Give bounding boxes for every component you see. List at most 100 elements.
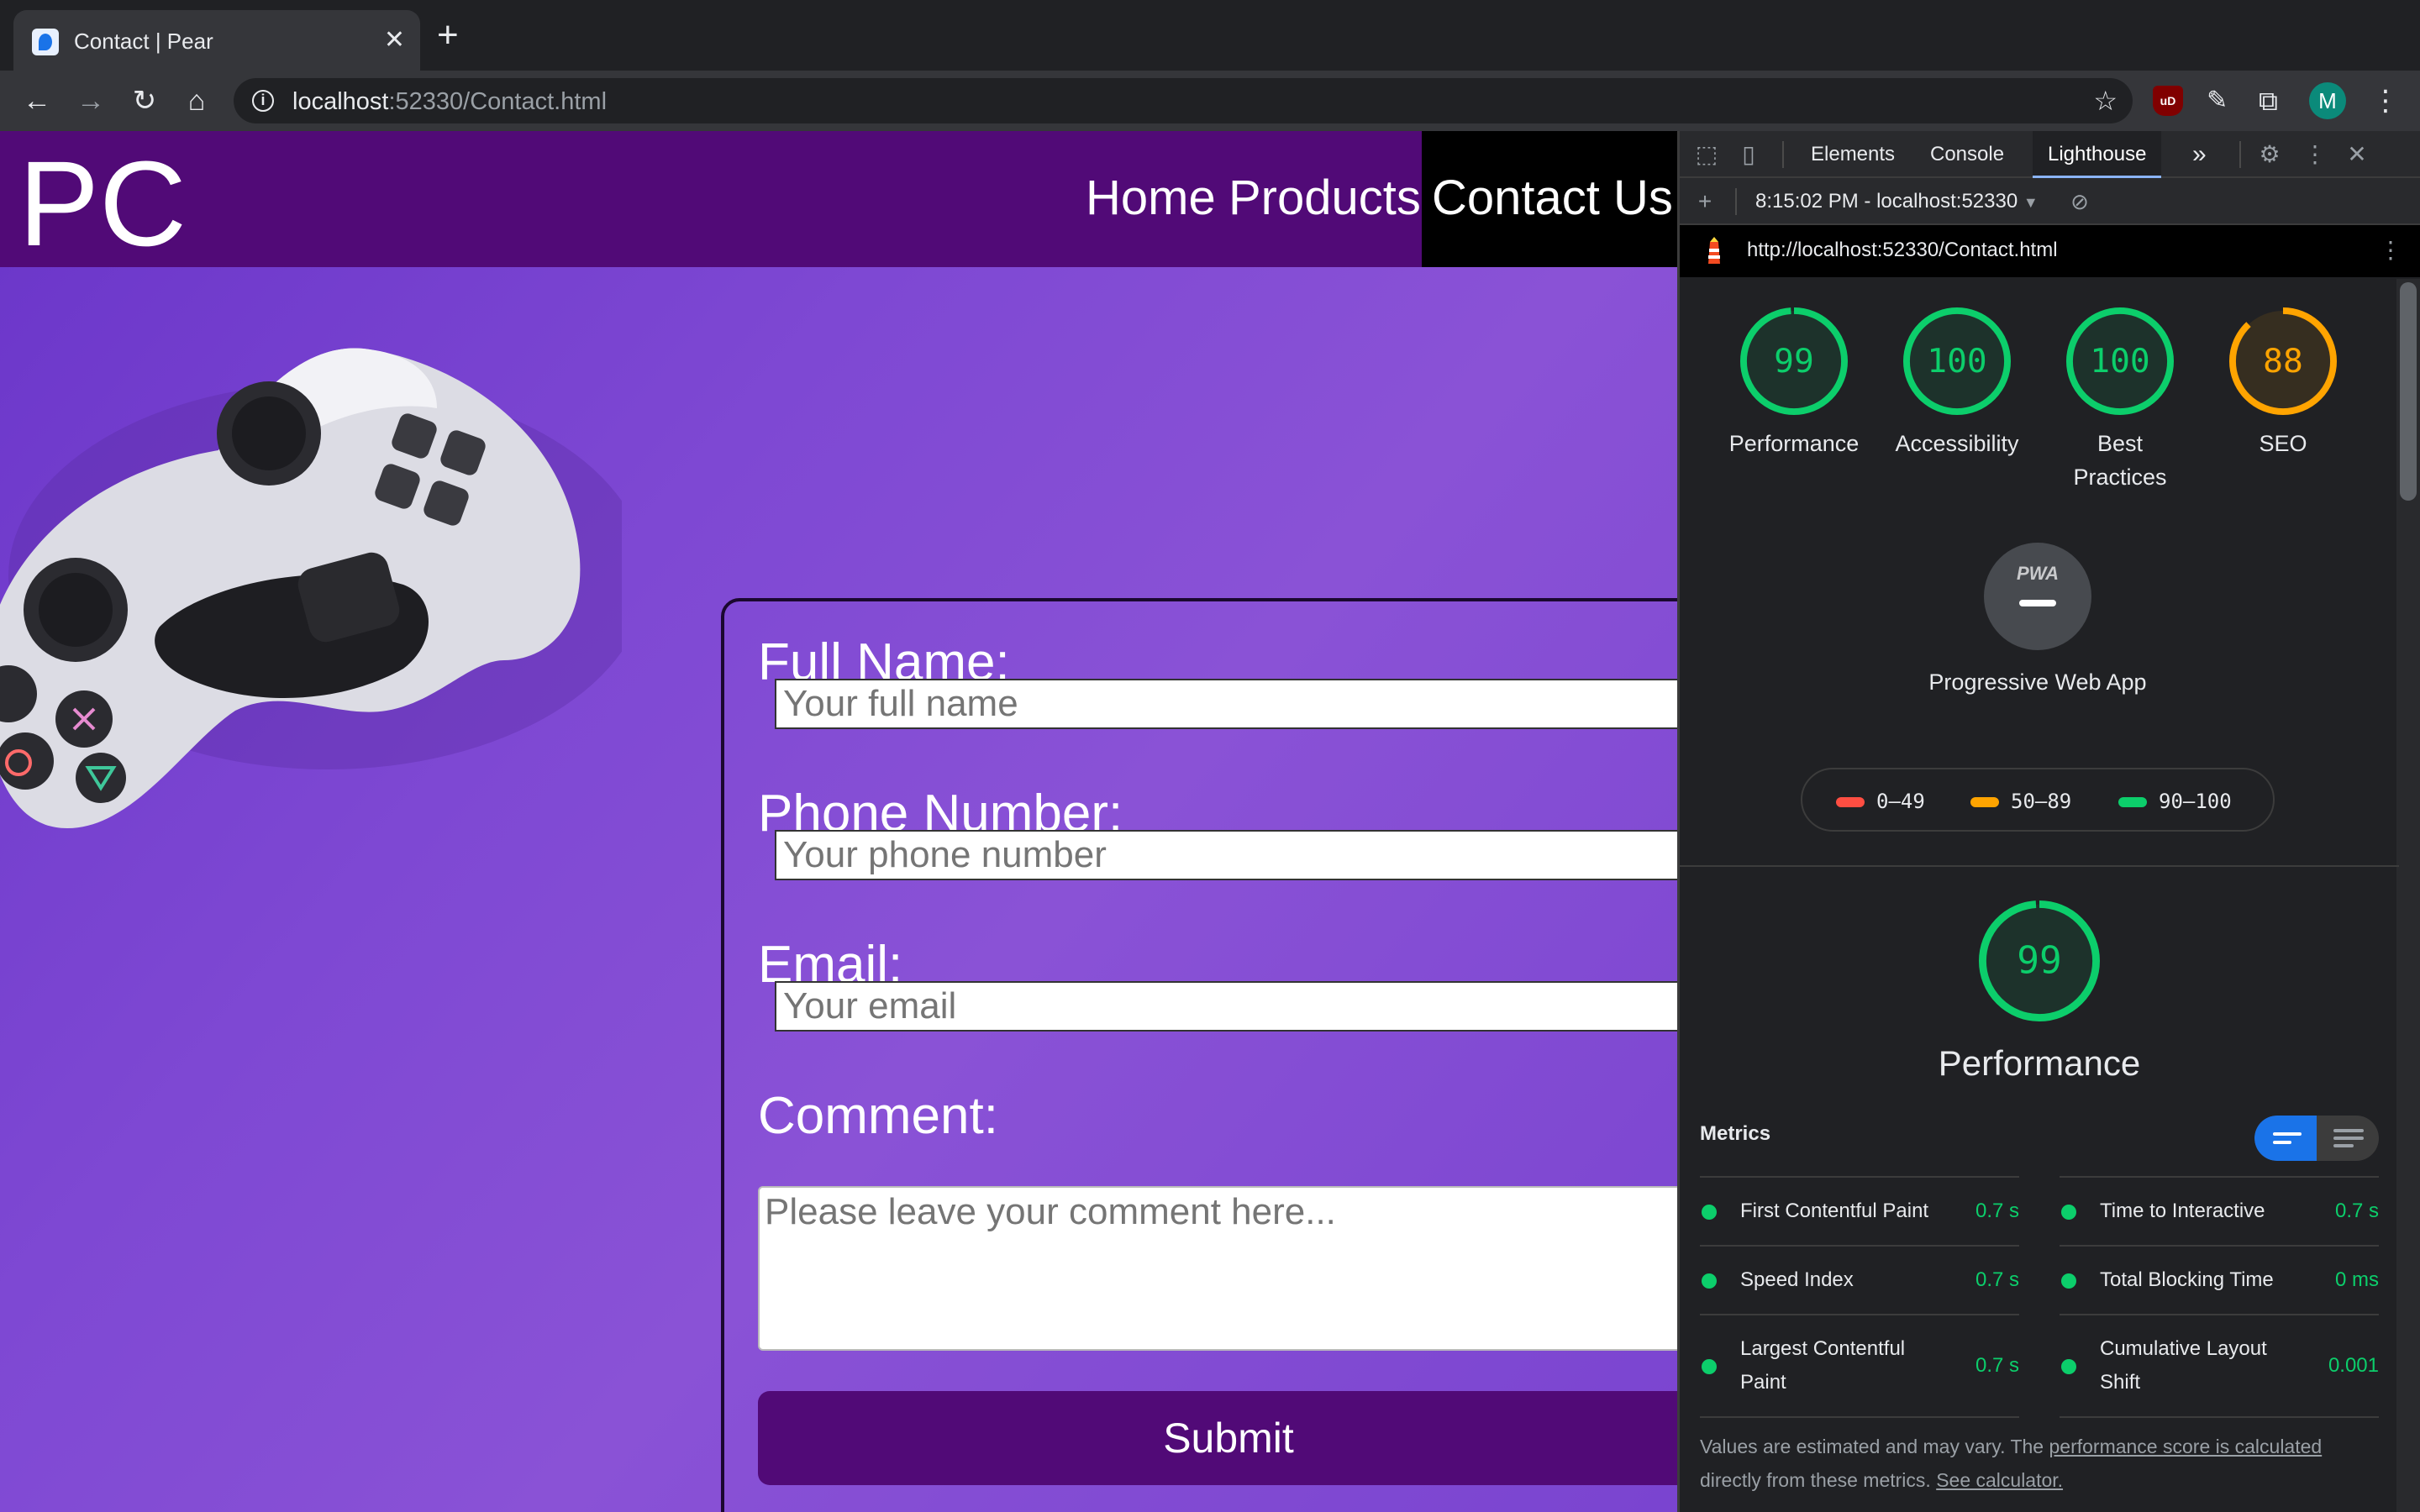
performance-title: Performance <box>1938 1043 2141 1083</box>
extensions-puzzle-icon[interactable]: ⧉ <box>2259 86 2289 116</box>
legend-pass: 90–100 <box>2118 790 2232 813</box>
tab-title: Contact | Pear <box>74 29 213 54</box>
report-selector[interactable]: 8:15:02 PM - localhost:52330 ▼ <box>1755 190 2039 213</box>
email-input[interactable] <box>775 981 1677 1032</box>
device-toolbar-icon[interactable]: ▯ <box>1735 141 1762 168</box>
web-page: PC Home Products Contact Us Full Name: P… <box>0 131 1677 1512</box>
pass-dot-icon <box>1702 1205 1717 1220</box>
browser-menu-icon[interactable]: ⋮ <box>2371 82 2400 119</box>
detail-line-icon <box>2333 1137 2364 1140</box>
report-url[interactable]: http://localhost:52330/Contact.html <box>1747 239 2058 262</box>
site-info-icon[interactable]: i <box>252 90 274 112</box>
forward-arrow-icon[interactable]: → <box>71 81 111 121</box>
site-logo[interactable]: PC <box>18 141 187 267</box>
footnote-text: directly from these metrics. <box>1700 1469 1937 1491</box>
site-favicon-icon <box>32 29 59 55</box>
devtools-panel: ⬚ ▯ Elements Console Lighthouse » ⚙ ⋮ ✕ … <box>1677 131 2420 1512</box>
metrics-view-toggle[interactable] <box>2254 1116 2379 1161</box>
metrics-footnote: Values are estimated and may vary. The p… <box>1700 1430 2389 1497</box>
score-legend: 0–49 50–89 90–100 <box>1801 768 2275 832</box>
gauge-score-value: 100 <box>2090 342 2149 381</box>
nav-home-link[interactable]: Home <box>1086 165 1216 232</box>
report-url-bar: http://localhost:52330/Contact.html ⋮ <box>1680 225 2420 277</box>
nav-products-link[interactable]: Products <box>1228 165 1421 232</box>
pass-dot-icon <box>2061 1359 2076 1374</box>
gauge-seo[interactable]: 88 SEO <box>2199 306 2367 460</box>
gauge-score-value: 88 <box>2263 342 2303 381</box>
pwa-badge-text: PWA <box>2016 563 2060 584</box>
comment-textarea[interactable] <box>758 1186 1677 1351</box>
reload-icon[interactable]: ↻ <box>124 81 165 121</box>
metric-tti: Time to Interactive 0.7 s <box>2060 1176 2379 1245</box>
tab-elements[interactable]: Elements <box>1796 131 1910 178</box>
metric-tbt: Total Blocking Time 0 ms <box>2060 1245 2379 1314</box>
gauge-label: Accessibility <box>1895 431 2019 456</box>
gauge-label: SEO <box>2259 431 2307 456</box>
devtools-tab-bar: ⬚ ▯ Elements Console Lighthouse » ⚙ ⋮ ✕ <box>1680 131 2420 178</box>
back-arrow-icon[interactable]: ← <box>17 81 57 121</box>
nav-contact-link[interactable]: Contact Us <box>1422 131 1677 267</box>
accessibility-gauge: 100 <box>1902 307 2012 416</box>
pass-dot-icon <box>1702 1359 1717 1374</box>
bookmark-star-icon[interactable]: ☆ <box>2093 85 2118 117</box>
comment-label: Comment: <box>758 1087 998 1145</box>
tab-strip: Contact | Pear ✕ + <box>0 0 2420 71</box>
devtools-menu-icon[interactable]: ⋮ <box>2302 141 2328 168</box>
new-report-plus-icon[interactable]: + <box>1691 188 1718 215</box>
gauge-best-practices[interactable]: 100 Best Practices <box>2036 306 2204 494</box>
inspect-element-icon[interactable]: ⬚ <box>1693 141 1720 168</box>
phone-number-input[interactable] <box>775 830 1677 880</box>
browser-toolbar: ← → ↻ ⌂ i localhost:52330/Contact.html ☆… <box>0 71 2420 131</box>
toolbar-separator <box>1735 188 1737 215</box>
performance-large-gauge: 99 <box>1979 900 2100 1021</box>
pen-extension-icon[interactable]: ✎ <box>2207 86 2237 116</box>
site-header: PC Home Products Contact Us <box>0 131 1677 267</box>
score-calc-link[interactable]: performance score is calculated <box>2049 1436 2322 1457</box>
footnote-text: Values are estimated and may vary. The <box>1700 1436 2049 1457</box>
gauge-label: Best Practices <box>2073 431 2167 490</box>
close-devtools-icon[interactable]: ✕ <box>2344 141 2370 168</box>
more-tabs-icon[interactable]: » <box>2177 131 2222 178</box>
address-bar[interactable]: i localhost:52330/Contact.html ☆ <box>234 78 2133 123</box>
report-menu-icon[interactable]: ⋮ <box>2377 237 2404 264</box>
profile-avatar[interactable]: M <box>2309 82 2346 119</box>
metrics-heading: Metrics <box>1700 1122 1771 1145</box>
lighthouse-toolbar: + 8:15:02 PM - localhost:52330 ▼ ⊘ <box>1680 178 2420 225</box>
legend-dot-green <box>2118 797 2147 807</box>
pwa-badge[interactable]: PWA <box>1984 543 2091 650</box>
full-name-input[interactable] <box>775 679 1677 729</box>
ublock-extension-icon[interactable]: uD <box>2153 86 2183 116</box>
gauge-score-value: 99 <box>1774 342 1814 381</box>
submit-button[interactable]: Submit <box>758 1391 1677 1485</box>
new-tab-button[interactable]: + <box>437 17 459 54</box>
home-icon[interactable]: ⌂ <box>176 81 217 121</box>
gauge-accessibility[interactable]: 100 Accessibility <box>1873 306 2041 460</box>
tab-close-icon[interactable]: ✕ <box>384 24 405 57</box>
best-practices-gauge: 100 <box>2065 307 2175 416</box>
tab-lighthouse[interactable]: Lighthouse <box>2033 131 2162 178</box>
toggle-summary-option[interactable] <box>2254 1116 2317 1161</box>
tab-console[interactable]: Console <box>1915 131 2019 178</box>
legend-dot-orange <box>1970 797 1999 807</box>
summary-line-icon <box>2273 1141 2291 1144</box>
pass-dot-icon <box>1702 1273 1717 1289</box>
scrollbar-thumb[interactable] <box>2400 282 2417 501</box>
game-controller-image <box>0 348 622 828</box>
clear-reports-icon[interactable]: ⊘ <box>2066 188 2093 215</box>
address-url[interactable]: localhost:52330/Contact.html <box>292 88 607 116</box>
legend-average: 50–89 <box>1970 790 2071 813</box>
detail-line-icon <box>2333 1144 2354 1147</box>
lighthouse-logo-icon <box>1708 237 1720 264</box>
gauge-performance[interactable]: 99 Performance <box>1710 306 1878 460</box>
legend-dot-red <box>1836 797 1865 807</box>
detail-line-icon <box>2333 1129 2364 1132</box>
metric-fcp: First Contentful Paint 0.7 s <box>1700 1176 2019 1245</box>
pwa-label: Progressive Web App <box>1928 669 2147 695</box>
seo-gauge: 88 <box>2228 307 2338 416</box>
pass-dot-icon <box>2061 1273 2076 1289</box>
metric-lcp: Largest Contentful Paint 0.7 s <box>1700 1314 2019 1418</box>
settings-gear-icon[interactable]: ⚙ <box>2256 141 2283 168</box>
gauge-label: Performance <box>1728 431 1860 456</box>
browser-tab[interactable]: Contact | Pear ✕ <box>13 10 420 71</box>
see-calculator-link[interactable]: See calculator. <box>1936 1469 2063 1491</box>
